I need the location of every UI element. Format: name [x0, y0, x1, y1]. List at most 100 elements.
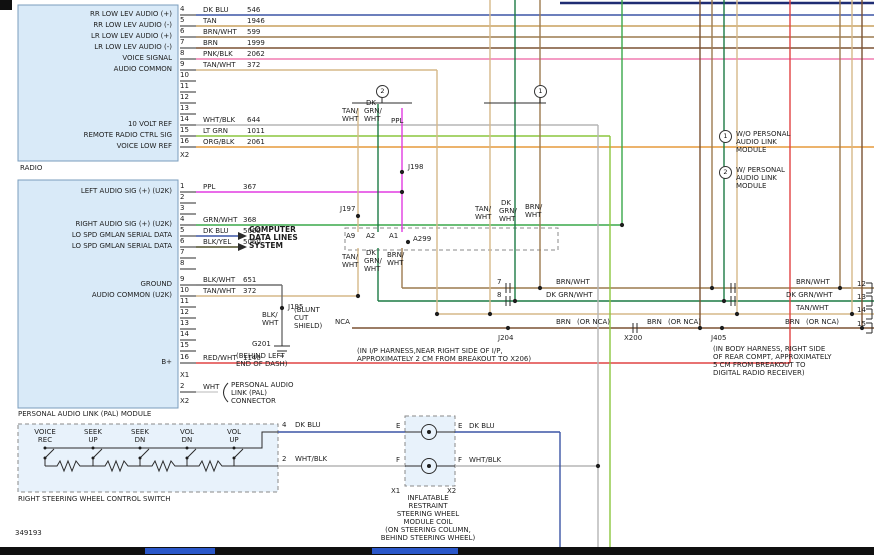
- signal-label: LR LOW LEV AUDIO (+): [24, 32, 172, 40]
- splice-label: J204: [498, 334, 513, 342]
- harness-note: OF REAR COMPT, APPROXIMATELY: [713, 353, 832, 361]
- coil-caption: INFLATABLE: [363, 494, 493, 502]
- coil-caption: (ON STEERING COLUMN,: [363, 526, 493, 534]
- pin-number: 2: [282, 455, 286, 463]
- pin-number: A1: [389, 232, 398, 240]
- wire-color-label: WHT: [203, 383, 219, 391]
- inline-connector-box: [345, 228, 558, 250]
- switch-label: UP: [212, 436, 256, 444]
- pin-number: 7: [497, 278, 501, 286]
- signal-label: B+: [24, 358, 172, 366]
- pin-number: 12: [857, 280, 866, 288]
- pin-number: 14: [180, 330, 189, 338]
- switch-label: DN: [165, 436, 209, 444]
- coil-box: [405, 416, 455, 486]
- or-nca-label: (OR NCA): [806, 318, 839, 326]
- wire-color-label: DK: [366, 99, 376, 107]
- pal-connector-note: CONNECTOR: [231, 397, 276, 405]
- wire-color-label: BRN: [556, 318, 571, 326]
- wire-color-label: WHT: [342, 115, 358, 123]
- pin-number: 9: [180, 275, 184, 283]
- connector-label: X2: [180, 151, 189, 159]
- pin-number: 4: [180, 5, 184, 13]
- wire-color-label: BRN: [785, 318, 800, 326]
- legend-note: AUDIO LINK: [736, 174, 777, 182]
- circuit-number: 372: [243, 287, 256, 295]
- wire-color-label: BRN/: [387, 251, 404, 259]
- taskbar-item[interactable]: [372, 548, 458, 554]
- signal-label: AUDIO COMMON: [24, 65, 172, 73]
- wire-color-label: BLK/: [262, 311, 278, 319]
- wire-color-label: PPL: [203, 183, 215, 191]
- circuit-number: 1999: [247, 39, 265, 47]
- pin-number: 6: [180, 27, 184, 35]
- pal-connector-brace: [224, 383, 229, 402]
- wire-color-label: GRN/: [364, 257, 382, 265]
- wire-color-label: DK BLU: [469, 422, 495, 430]
- signal-label: LO SPD GMLAN SERIAL DATA: [24, 242, 172, 250]
- wire-color-label: DK BLU: [203, 6, 229, 14]
- terminal-label: F: [458, 456, 462, 464]
- taskbar-item[interactable]: [145, 548, 215, 554]
- nca-label: NCA: [335, 318, 350, 326]
- terminal-label: F: [396, 456, 400, 464]
- switch-label: VOICE: [23, 428, 67, 436]
- shield-note: SHIELD): [294, 322, 322, 330]
- pin-number: 8: [497, 291, 501, 299]
- sign al-label: 10 VOLT REF: [24, 120, 172, 128]
- pin-number: 11: [180, 82, 189, 90]
- legend-note: MODULE: [736, 182, 766, 190]
- pin-number: 6: [180, 237, 184, 245]
- wire-color-label: ORG/BLK: [203, 138, 234, 146]
- pin-number: 8: [180, 49, 184, 57]
- steering-box-label: RIGHT STEERING WHEEL CONTROL SWITCH: [18, 495, 171, 503]
- pin-number: 10: [180, 286, 189, 294]
- pin-number: 4: [180, 215, 184, 223]
- wire-color-label: TAN: [203, 17, 217, 25]
- pal-connector-note: PERSONAL AUDIO: [231, 381, 294, 389]
- wire-color-label: WHT: [342, 261, 358, 269]
- shield-note: CUT: [294, 314, 308, 322]
- circuit-number: 2062: [247, 50, 265, 58]
- wire-color-label: WHT: [364, 265, 380, 273]
- wire-color-label: DK GRN/WHT: [786, 291, 833, 299]
- pin-number: 9: [180, 60, 184, 68]
- wire-color-label: WHT/BLK: [295, 455, 327, 463]
- pin-number: 2: [180, 193, 184, 201]
- signal-label: RR LOW LEV AUDIO (+): [24, 10, 172, 18]
- edge-connector-brackets: [866, 283, 872, 333]
- coil-caption: BEHIND STEERING WHEEL): [363, 534, 493, 542]
- shield-note: (BLUNT: [294, 306, 320, 314]
- wire-color-label: WHT/BLK: [469, 456, 501, 464]
- wire-color-label: WHT: [525, 211, 541, 219]
- wire-color-label: GRN/: [364, 107, 382, 115]
- coil-caption: RESTRAINT: [363, 502, 493, 510]
- signal-label: LR LOW LEV AUDIO (-): [24, 43, 172, 51]
- wire-color-label: BRN: [647, 318, 662, 326]
- legend-note: W/ PERSONAL: [736, 166, 785, 174]
- wire-color-label: WHT: [475, 213, 491, 221]
- signal-label: LO SPD GMLAN SERIAL DATA: [24, 231, 172, 239]
- window-corner-block: [0, 0, 12, 10]
- pin-number: A9: [346, 232, 355, 240]
- circuit-number: 367: [243, 183, 256, 191]
- legend-note: AUDIO LINK: [736, 138, 777, 146]
- circled-number-1: 1: [719, 130, 732, 143]
- wiring-diagram-page: RR LOW LEV AUDIO (+) RR LOW LEV AUDIO (-…: [0, 0, 874, 555]
- circuit-number: 368: [243, 216, 256, 224]
- or-nca-label: (OR NCA): [577, 318, 610, 326]
- wire-color-label: BRN/: [525, 203, 542, 211]
- wire-color-label: BLK/YEL: [203, 238, 231, 246]
- circled-number-2: 2: [719, 166, 732, 179]
- pin-number: 7: [180, 38, 184, 46]
- harness-note: APPROXIMATELY 2 CM FROM BREAKOUT TO X206…: [357, 355, 531, 363]
- wire-color-label: LT GRN: [203, 127, 228, 135]
- harness-note: DIGITAL RADIO RECEIVER): [713, 369, 805, 377]
- signal-label: VOICE LOW REF: [24, 142, 172, 150]
- pin-number: 16: [180, 137, 189, 145]
- splice-label: J197: [340, 205, 355, 213]
- pal-connector-note: LINK (PAL): [231, 389, 267, 397]
- wire-color-label: DK: [501, 199, 511, 207]
- wire-color-label: DK BLU: [203, 227, 229, 235]
- switch-label: DN: [118, 436, 162, 444]
